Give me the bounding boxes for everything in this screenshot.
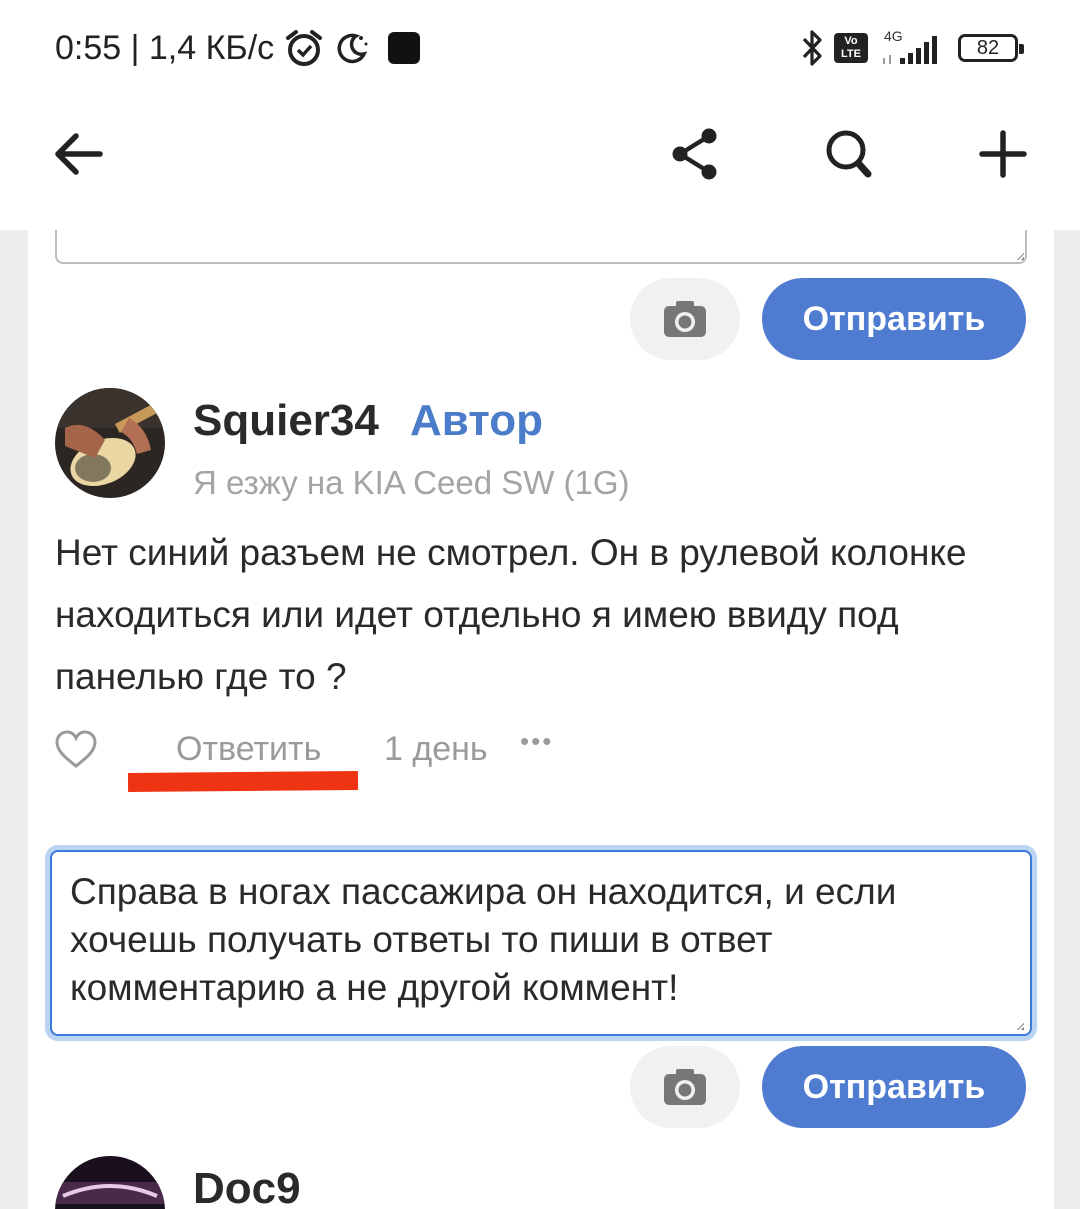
plus-icon	[979, 130, 1027, 178]
comment-username[interactable]: Squier34	[193, 396, 379, 446]
battery-level: 82	[976, 36, 1000, 59]
comment-username[interactable]: Doc9	[193, 1164, 301, 1209]
top-toolbar	[0, 96, 1080, 230]
do-not-disturb-moon-icon	[337, 33, 368, 64]
avatar-logo-image	[55, 1156, 165, 1209]
avatar[interactable]	[55, 388, 165, 498]
attach-photo-button[interactable]	[630, 1046, 740, 1128]
arrow-left-icon	[55, 133, 103, 175]
battery-icon: 82	[958, 34, 1024, 62]
search-button[interactable]	[820, 124, 880, 184]
signal-strength-icon: 4G	[878, 28, 948, 68]
attach-photo-button-top[interactable]	[630, 278, 740, 360]
status-right: Vo LTE 4G 82	[800, 26, 1024, 70]
status-bar: 0:55 | 1,4 КБ/с Vo LTE 4G 82	[0, 0, 1080, 96]
notification-square-icon	[388, 32, 421, 64]
heart-icon[interactable]	[55, 730, 97, 770]
author-badge: Автор	[410, 396, 543, 445]
resize-handle[interactable]	[1016, 252, 1024, 260]
more-options-icon[interactable]: •••	[520, 726, 553, 757]
share-button[interactable]	[665, 124, 725, 184]
reply-textarea[interactable]: Справа в ногах пассажира он находится, и…	[50, 850, 1032, 1036]
back-button[interactable]	[48, 124, 108, 184]
avatar-guitar-image	[55, 388, 165, 498]
comment-time: 1 день	[384, 730, 488, 768]
alarm-icon	[286, 30, 323, 66]
resize-handle[interactable]	[1016, 1022, 1024, 1030]
bluetooth-icon	[802, 30, 822, 66]
status-left: 0:55 | 1,4 КБ/с	[55, 26, 421, 70]
red-underline-annotation	[127, 770, 359, 793]
comment-car-info[interactable]: Я езжу на KIA Ceed SW (1G)	[193, 464, 630, 502]
comment-text: Нет синий разъем не смотрел. Он в рулево…	[55, 532, 967, 697]
reply-link[interactable]: Ответить	[176, 730, 321, 769]
send-button[interactable]: Отправить	[762, 1046, 1026, 1128]
status-time-speed: 0:55 | 1,4 КБ/с	[55, 28, 275, 67]
reply-textarea-top[interactable]	[55, 230, 1027, 264]
camera-icon	[664, 1069, 706, 1105]
volte-badge: Vo LTE	[834, 33, 868, 63]
send-button-top[interactable]: Отправить	[762, 278, 1026, 360]
share-icon	[672, 128, 717, 180]
avatar[interactable]	[55, 1156, 165, 1209]
search-icon	[826, 130, 872, 178]
comments-card: Отправить Squier34 Автор Я езжу на KIA C…	[28, 230, 1054, 1209]
camera-icon	[664, 301, 706, 337]
add-button[interactable]	[973, 124, 1033, 184]
